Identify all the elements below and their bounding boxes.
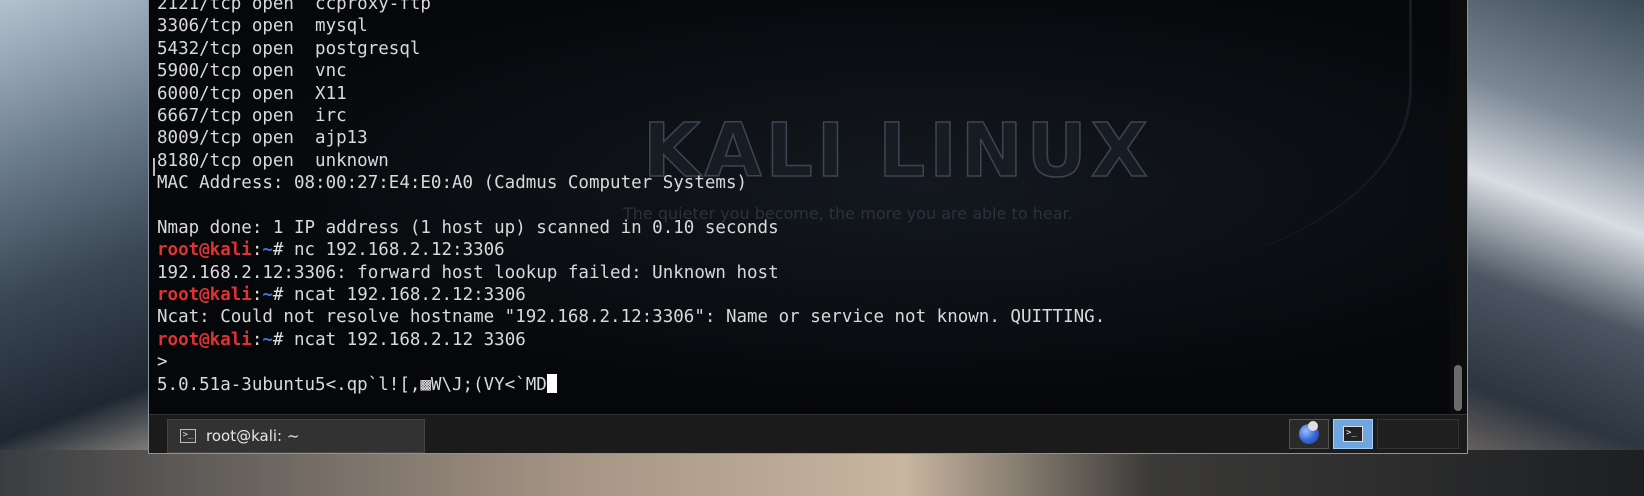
prompt-path: ~ <box>262 240 273 261</box>
terminal-output-text: 5900/tcp open vnc <box>157 61 347 82</box>
terminal-output-text: 6000/tcp open X11 <box>157 83 347 104</box>
terminal-command: ncat 192.168.2.12 3306 <box>294 329 526 350</box>
terminal-output-line: 8009/tcp open ajp13 <box>157 127 1105 149</box>
terminal-window[interactable]: KALI LINUX The quieter you become, the m… <box>148 0 1468 454</box>
terminal-prompt-line: root@kali:~# ncat 192.168.2.12:3306 <box>157 284 1105 306</box>
terminal-icon: >_ <box>1343 426 1363 442</box>
terminal-command: ncat 192.168.2.12:3306 <box>294 285 526 306</box>
tray-terminal-button[interactable]: >_ <box>1333 419 1373 449</box>
prompt-user: root@kali <box>157 240 252 261</box>
terminal-lines: 2121/tcp open ccproxy-ftp 3306/tcp open m… <box>157 0 1105 396</box>
scrollbar-thumb[interactable] <box>1454 365 1462 411</box>
prompt-symbol: # <box>272 240 294 261</box>
terminal-output-line: 6667/tcp open irc <box>157 105 1105 127</box>
terminal-output-line: MAC Address: 08:00:27:E4:E0:A0 (Cadmus C… <box>157 172 1105 194</box>
desktop-wallpaper-left <box>0 0 152 496</box>
prompt-symbol: # <box>272 329 294 350</box>
terminal-output-text: 8009/tcp open ajp13 <box>157 128 368 149</box>
desktop-wallpaper-right <box>1466 0 1644 496</box>
terminal-output-text: 5.0.51a-3ubuntu5<.qp`l![,▩W\J;(VY<`MD <box>157 374 547 395</box>
taskbar-window-title: root@kali: ~ <box>206 427 300 445</box>
prompt-separator: : <box>251 285 263 306</box>
mouse-text-cursor-icon <box>153 158 155 176</box>
prompt-symbol: # <box>272 285 294 306</box>
taskbar-window-button[interactable]: >_ root@kali: ~ <box>167 419 425 453</box>
prompt-path: ~ <box>262 329 273 350</box>
terminal-output-line: 192.168.2.12:3306: forward host lookup f… <box>157 262 1105 284</box>
terminal-output-line: Nmap done: 1 IP address (1 host up) scan… <box>157 217 1105 239</box>
prompt-user: root@kali <box>157 285 252 306</box>
desktop-wallpaper-bottom <box>0 450 1644 496</box>
terminal-prompt-line: root@kali:~# nc 192.168.2.12:3306 <box>157 239 1105 261</box>
terminal-output-line: 6000/tcp open X11 <box>157 83 1105 105</box>
terminal-prompt-line: root@kali:~# ncat 192.168.2.12 3306 <box>157 329 1105 351</box>
globe-icon <box>1299 421 1319 444</box>
terminal-output-line: 5432/tcp open postgresql <box>157 38 1105 60</box>
system-tray: >_ <box>1289 419 1459 449</box>
terminal-scrollbar[interactable] <box>1449 0 1467 414</box>
terminal-output-text: 192.168.2.12:3306: forward host lookup f… <box>157 262 779 283</box>
terminal-output-area[interactable]: KALI LINUX The quieter you become, the m… <box>149 0 1449 414</box>
terminal-cursor <box>546 373 557 393</box>
terminal-output-text: 5432/tcp open postgresql <box>157 38 421 59</box>
terminal-output-text: 6667/tcp open irc <box>157 105 347 126</box>
terminal-output-line: 3306/tcp open mysql <box>157 15 1105 37</box>
terminal-output-line: > <box>157 351 1105 373</box>
terminal-output-line: 2121/tcp open ccproxy-ftp <box>157 0 1105 15</box>
terminal-icon: >_ <box>180 429 196 443</box>
tray-browser-button[interactable] <box>1289 419 1329 449</box>
terminal-output-line: 5900/tcp open vnc <box>157 60 1105 82</box>
terminal-output-text: 2121/tcp open ccproxy-ftp <box>157 0 431 14</box>
taskbar: >_ root@kali: ~ >_ <box>149 414 1467 453</box>
terminal-output-text: MAC Address: 08:00:27:E4:E0:A0 (Cadmus C… <box>157 173 748 194</box>
terminal-output-line <box>157 195 1105 217</box>
terminal-output-text: Nmap done: 1 IP address (1 host up) scan… <box>157 217 779 238</box>
terminal-output-line: 5.0.51a-3ubuntu5<.qp`l![,▩W\J;(VY<`MD <box>157 373 1105 396</box>
terminal-output-text: Ncat: Could not resolve hostname "192.16… <box>157 307 1106 328</box>
terminal-output-text: 3306/tcp open mysql <box>157 16 368 37</box>
terminal-output-line: Ncat: Could not resolve hostname "192.16… <box>157 306 1105 328</box>
terminal-output-text: > <box>157 352 168 373</box>
prompt-separator: : <box>251 240 263 261</box>
prompt-user: root@kali <box>157 329 252 350</box>
prompt-separator: : <box>251 329 263 350</box>
prompt-path: ~ <box>262 285 273 306</box>
tray-empty-slot <box>1377 419 1459 449</box>
terminal-command: nc 192.168.2.12:3306 <box>294 240 505 261</box>
terminal-output-text: 8180/tcp open unknown <box>157 150 389 171</box>
terminal-output-line: 8180/tcp open unknown <box>157 150 1105 172</box>
